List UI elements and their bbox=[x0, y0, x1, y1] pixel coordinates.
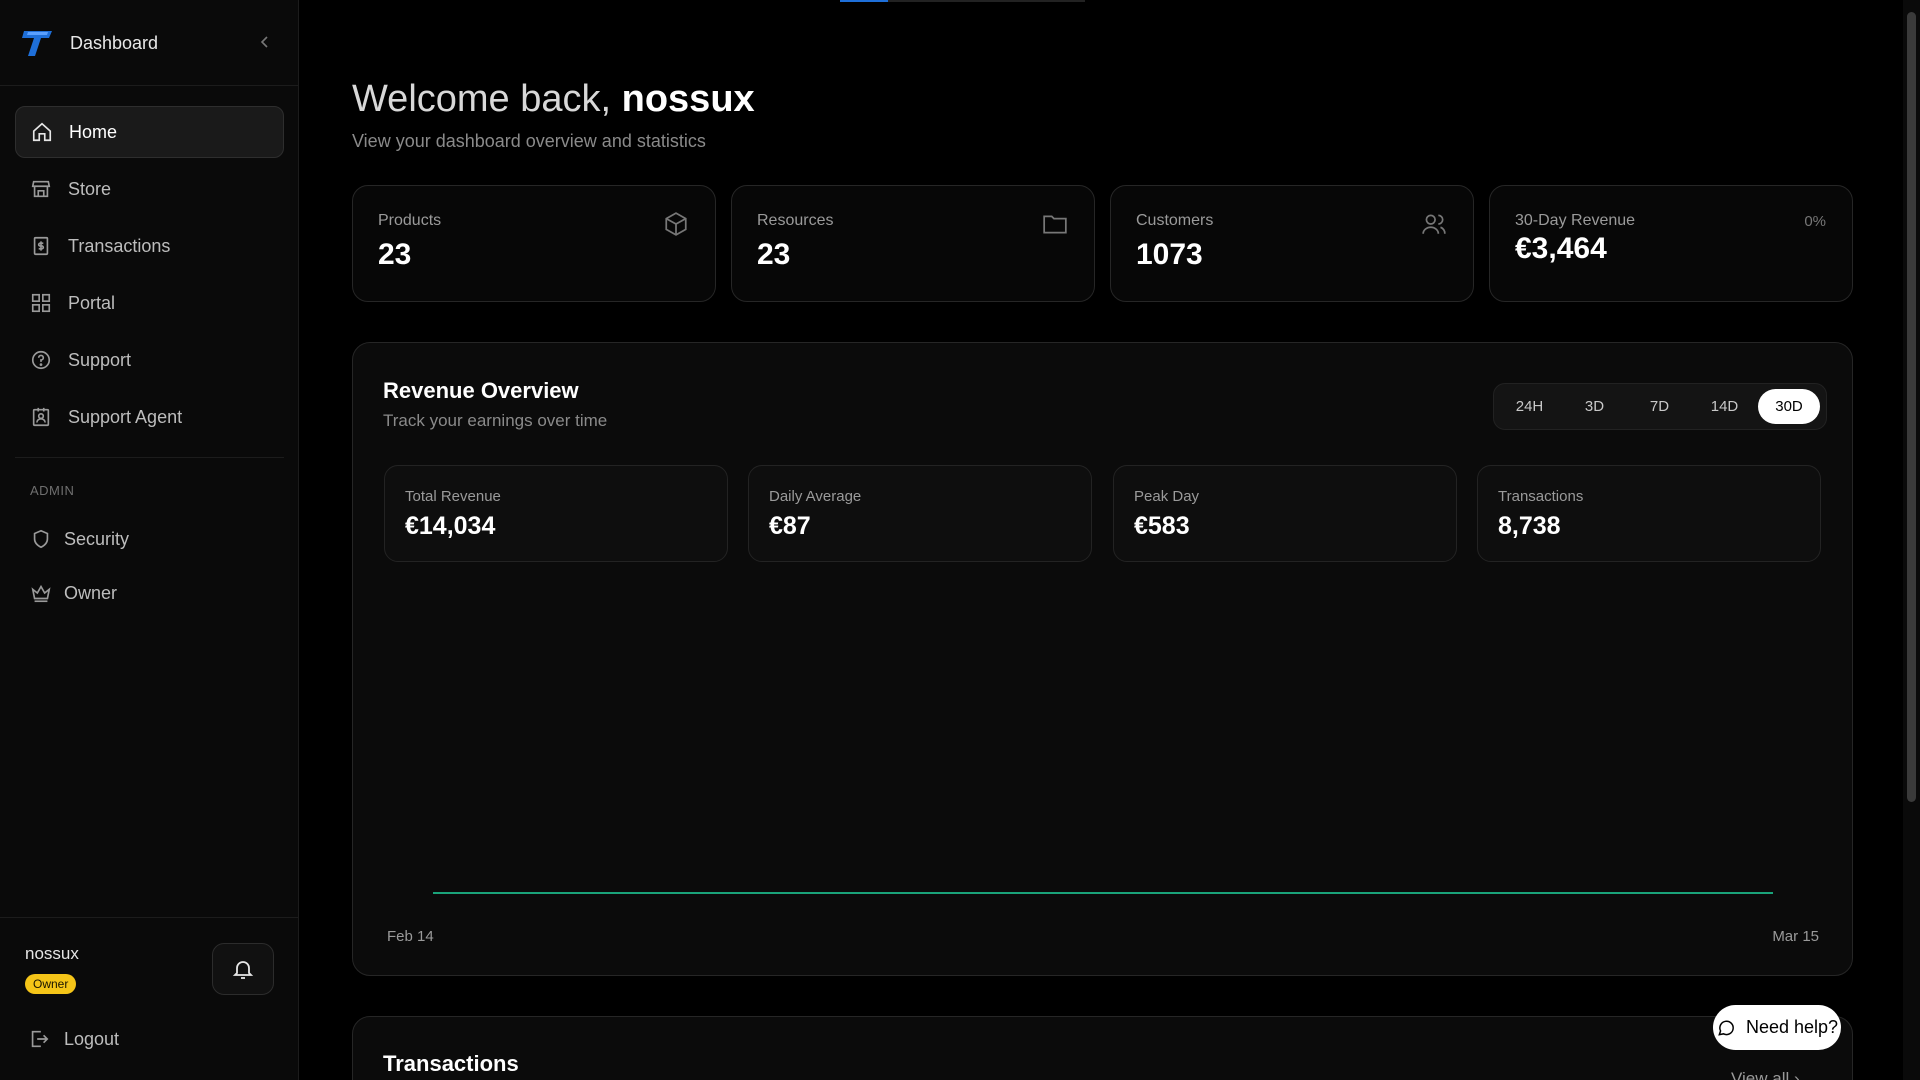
revenue-chart: Feb 14 Mar 15 bbox=[387, 892, 1819, 945]
brand-title: Dashboard bbox=[70, 32, 159, 53]
metric-label: Daily Average bbox=[769, 488, 862, 505]
receipt-icon bbox=[30, 235, 52, 257]
sidebar-item-label: Home bbox=[69, 121, 118, 142]
stat-label: 30-Day Revenue bbox=[1515, 212, 1636, 229]
sidebar-item-transactions[interactable]: Transactions bbox=[15, 220, 284, 272]
sidebar-divider bbox=[15, 457, 284, 458]
sidebar-item-support-agent[interactable]: Support Agent bbox=[15, 391, 284, 443]
metric-card-peak-day: Peak Day €583 bbox=[1113, 465, 1457, 562]
metric-label: Peak Day bbox=[1134, 488, 1200, 505]
sidebar-divider bbox=[0, 917, 299, 918]
shield-icon bbox=[30, 528, 52, 550]
sidebar-item-label: Transactions bbox=[68, 235, 171, 256]
metric-label: Total Revenue bbox=[405, 488, 501, 505]
view-all-label: View all bbox=[1731, 1069, 1790, 1080]
page-title: Welcome back, nossux bbox=[352, 78, 755, 121]
x-tick-label-end: Mar 15 bbox=[1772, 928, 1819, 945]
box-icon bbox=[663, 211, 689, 237]
loading-indicator bbox=[840, 0, 1085, 2]
app-root: Dashboard Home Store Transactions Portal… bbox=[0, 0, 1920, 1080]
sidebar-item-portal[interactable]: Portal bbox=[15, 277, 284, 329]
users-icon bbox=[1421, 211, 1447, 237]
range-3d-button[interactable]: 3D bbox=[1563, 389, 1626, 424]
sidebar-item-security[interactable]: Security bbox=[15, 513, 284, 565]
metric-value: €14,034 bbox=[405, 512, 496, 540]
home-icon bbox=[31, 121, 53, 143]
notifications-button[interactable] bbox=[212, 943, 274, 995]
bell-icon bbox=[232, 961, 254, 979]
sidebar-divider bbox=[0, 85, 299, 86]
user-name: nossux bbox=[25, 944, 79, 963]
panel-subtitle: Track your earnings over time bbox=[383, 411, 608, 430]
view-all-link[interactable]: View all › bbox=[1731, 1069, 1800, 1080]
sidebar-item-label: Owner bbox=[64, 582, 118, 603]
brand-logo-icon bbox=[22, 31, 52, 56]
range-24h-button[interactable]: 24H bbox=[1498, 389, 1561, 424]
revenue-overview-panel: Revenue Overview Track your earnings ove… bbox=[352, 342, 1853, 976]
page-subtitle: View your dashboard overview and statist… bbox=[352, 131, 706, 151]
welcome-username: nossux bbox=[621, 78, 755, 120]
stat-card-customers: Customers 1073 bbox=[1110, 185, 1474, 302]
sidebar-item-support[interactable]: Support bbox=[15, 334, 284, 386]
x-tick-label-start: Feb 14 bbox=[387, 928, 434, 945]
metric-value: €583 bbox=[1134, 512, 1190, 540]
page-scrollbar[interactable] bbox=[1903, 0, 1920, 1080]
stat-change: 0% bbox=[1804, 213, 1826, 230]
store-icon bbox=[30, 178, 52, 200]
stat-value: 23 bbox=[757, 238, 791, 271]
metric-value: €87 bbox=[769, 512, 811, 540]
scrollbar-thumb[interactable] bbox=[1907, 12, 1916, 802]
metric-card-total-revenue: Total Revenue €14,034 bbox=[384, 465, 728, 562]
sidebar-item-label: Store bbox=[68, 178, 112, 199]
crown-icon bbox=[30, 582, 52, 604]
badge-icon bbox=[30, 406, 52, 428]
metric-value: 8,738 bbox=[1498, 512, 1561, 540]
stat-label: Products bbox=[378, 212, 442, 229]
metric-card-daily-average: Daily Average €87 bbox=[748, 465, 1092, 562]
collapse-sidebar-button[interactable] bbox=[256, 32, 272, 52]
panel-title: Transactions bbox=[383, 1051, 519, 1076]
transactions-panel: Transactions View all › bbox=[352, 1016, 1853, 1080]
panel-title: Revenue Overview bbox=[383, 378, 579, 403]
stat-value: 23 bbox=[378, 238, 412, 271]
admin-section-label: ADMIN bbox=[30, 483, 75, 498]
stat-value: €3,464 bbox=[1515, 232, 1607, 265]
need-help-button[interactable]: Need help? bbox=[1713, 1005, 1841, 1050]
stat-card-resources: Resources 23 bbox=[731, 185, 1095, 302]
stat-label: Customers bbox=[1136, 212, 1214, 229]
sidebar-item-owner[interactable]: Owner bbox=[15, 567, 284, 619]
metric-label: Transactions bbox=[1498, 488, 1584, 505]
sidebar-item-label: Portal bbox=[68, 292, 116, 313]
grid-icon bbox=[30, 292, 52, 314]
brand[interactable]: Dashboard bbox=[22, 28, 158, 58]
stat-value: 1073 bbox=[1136, 238, 1203, 271]
chat-bubble-icon bbox=[1718, 1020, 1734, 1036]
range-14d-button[interactable]: 14D bbox=[1693, 389, 1756, 424]
logout-label: Logout bbox=[64, 1028, 120, 1049]
role-badge: Owner bbox=[25, 974, 77, 994]
time-range-selector: 24H 3D 7D 14D 30D bbox=[1493, 383, 1827, 430]
loading-indicator-fill bbox=[840, 0, 888, 2]
range-30d-button[interactable]: 30D bbox=[1758, 389, 1820, 424]
need-help-label: Need help? bbox=[1745, 1017, 1839, 1037]
stat-card-products: Products 23 bbox=[352, 185, 716, 302]
stat-label: Resources bbox=[757, 212, 834, 229]
sidebar-item-label: Support Agent bbox=[68, 406, 183, 427]
logout-button[interactable]: Logout bbox=[28, 1028, 119, 1050]
range-7d-button[interactable]: 7D bbox=[1628, 389, 1691, 424]
help-circle-icon bbox=[30, 349, 52, 371]
sidebar-item-store[interactable]: Store bbox=[15, 163, 284, 215]
sidebar: Dashboard Home Store Transactions Portal… bbox=[0, 0, 299, 1080]
metric-card-transactions: Transactions 8,738 bbox=[1477, 465, 1821, 562]
logout-icon bbox=[31, 1030, 49, 1048]
sidebar-item-label: Security bbox=[64, 528, 130, 549]
chevron-left-icon bbox=[260, 36, 268, 48]
chevron-right-icon: › bbox=[1794, 1069, 1800, 1080]
sidebar-item-home[interactable]: Home bbox=[15, 106, 284, 158]
stat-card-revenue: 30-Day Revenue €3,464 0% bbox=[1489, 185, 1853, 302]
sidebar-item-label: Support bbox=[68, 349, 132, 370]
welcome-prefix: Welcome back, bbox=[352, 78, 612, 120]
folder-icon bbox=[1042, 211, 1068, 237]
